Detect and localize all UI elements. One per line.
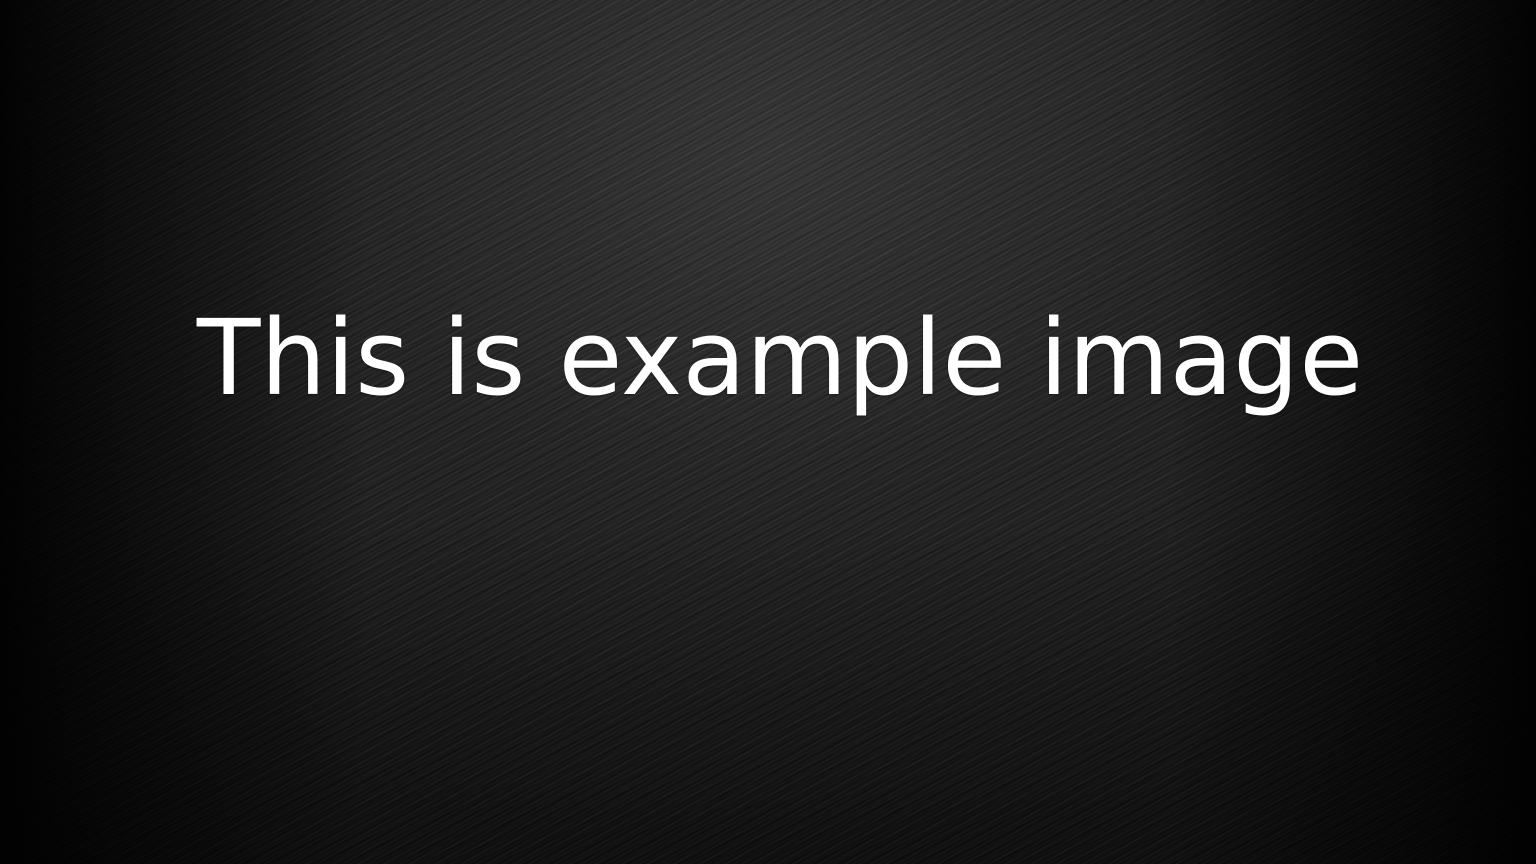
- vignette-overlay: [0, 0, 1536, 864]
- headline-text: This is example image: [196, 297, 1364, 419]
- slide-canvas: This is example image: [0, 0, 1536, 864]
